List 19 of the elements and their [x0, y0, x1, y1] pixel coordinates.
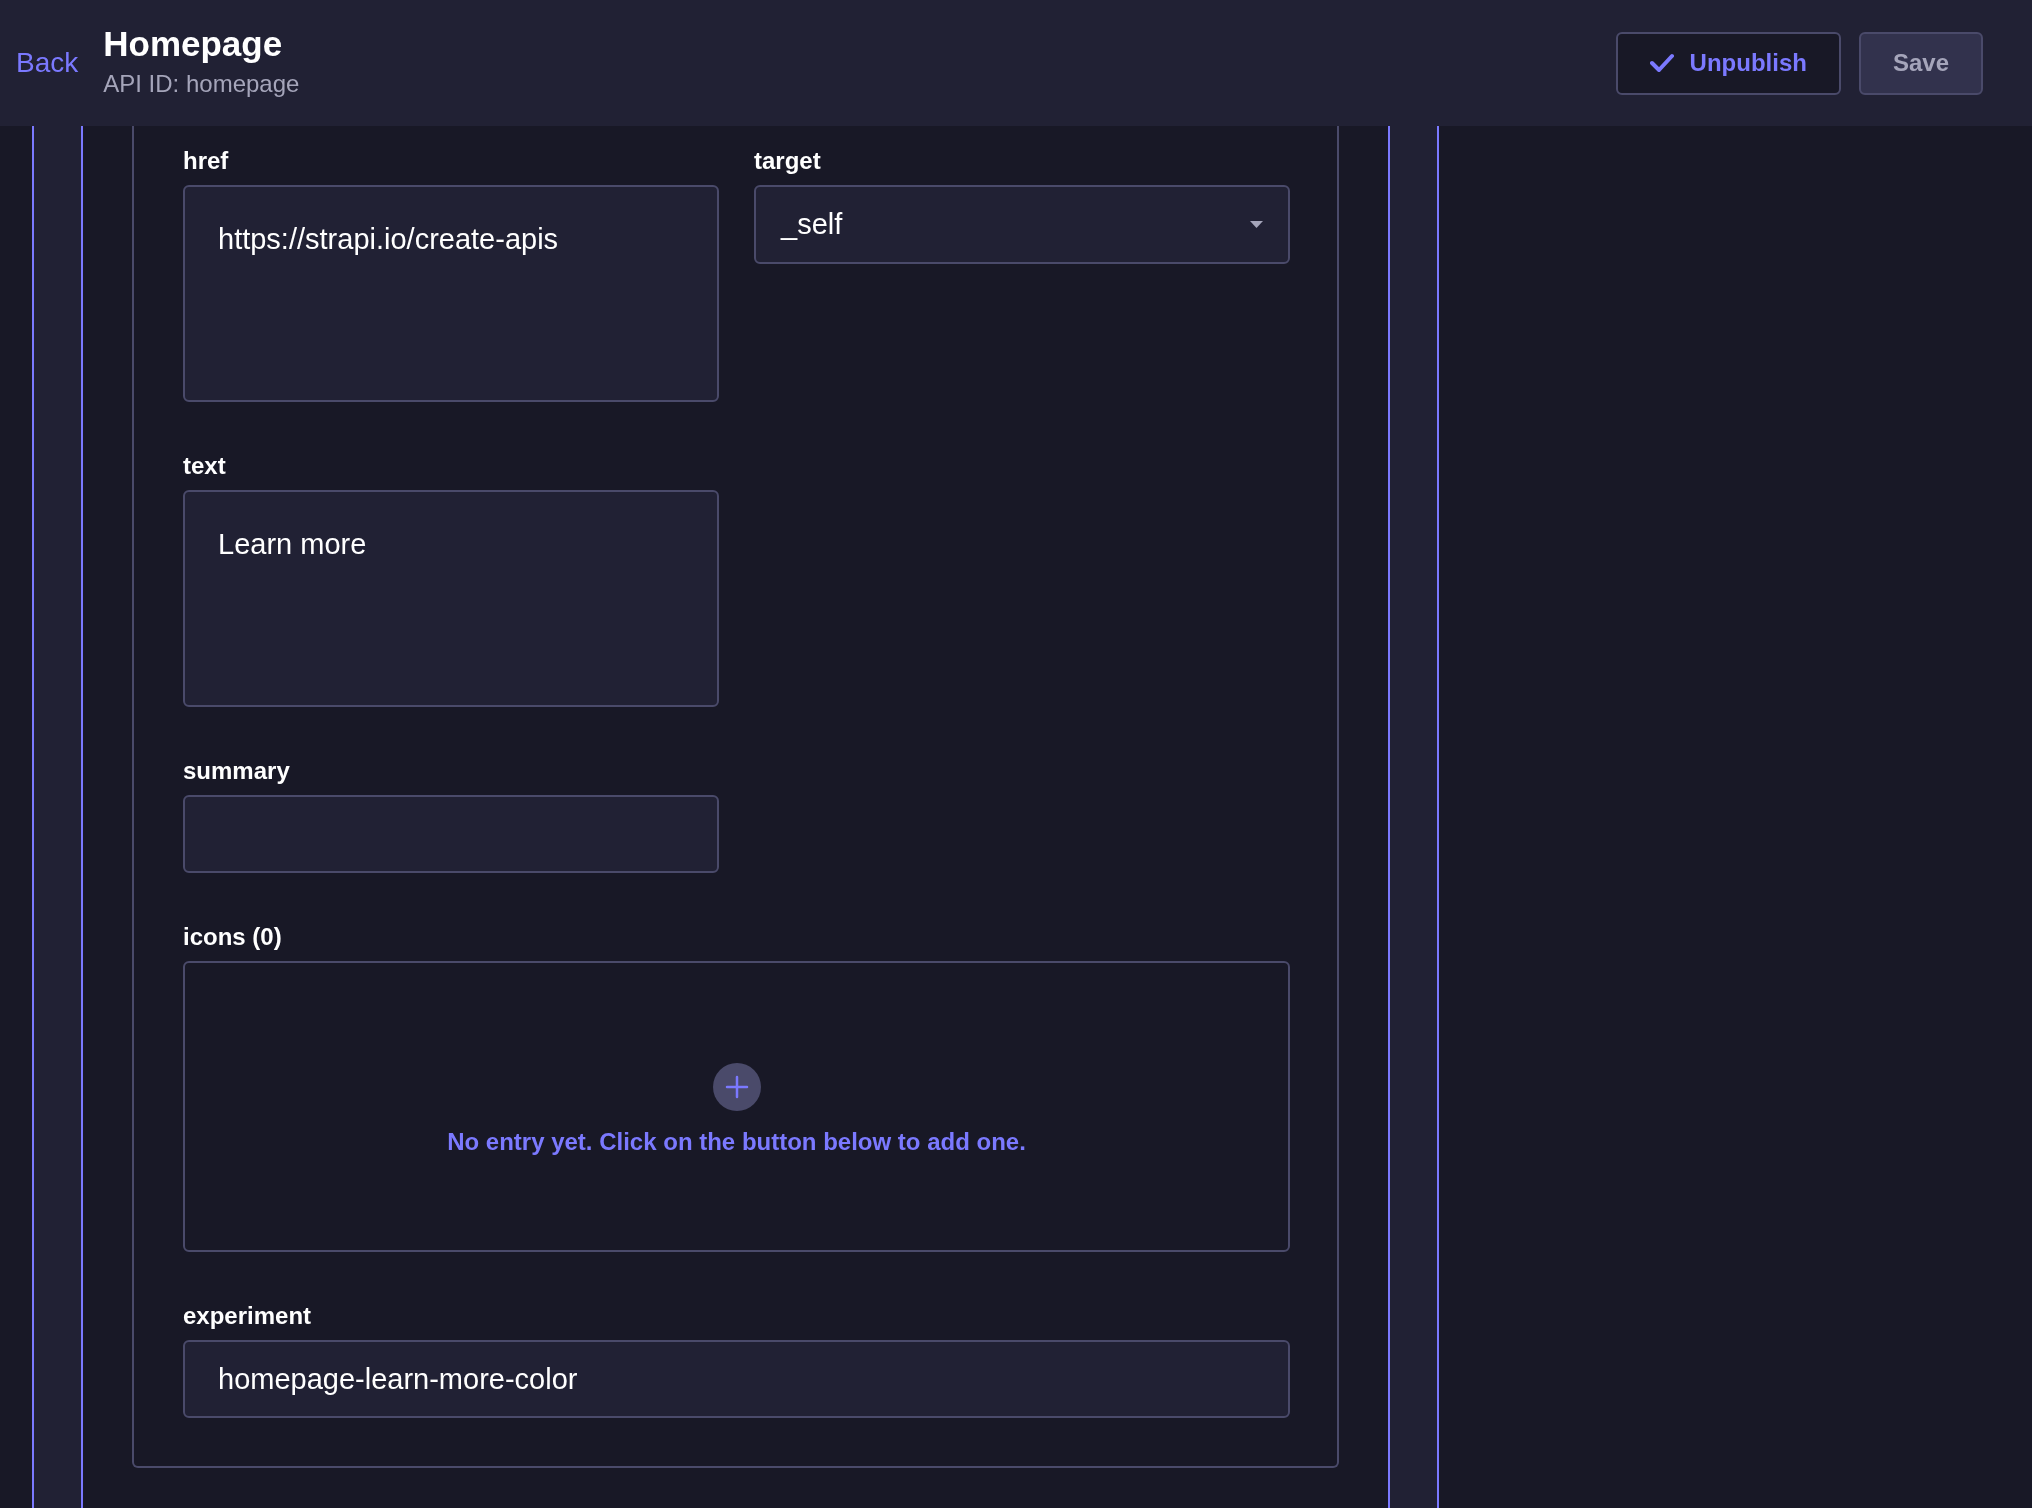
- select-field[interactable]: _self: [754, 185, 1290, 264]
- input-field[interactable]: homepage-learn-more-color: [183, 1340, 1290, 1418]
- textarea-field[interactable]: Learn more: [183, 490, 719, 707]
- textarea-field[interactable]: https://strapi.io/create-apis: [183, 185, 719, 402]
- field-label: experiment: [183, 1304, 313, 1328]
- empty-state-text: No entry yet. Click on the button below to add one.: [447, 1128, 1026, 1156]
- api-id-text: API ID: homepage: [103, 70, 300, 98]
- field-label: icons (0): [183, 925, 283, 949]
- check-icon: [1649, 53, 1674, 73]
- field-label: href: [183, 149, 230, 173]
- field-label: target: [754, 149, 822, 173]
- unpublish-button[interactable]: Unpublish: [1615, 31, 1841, 95]
- back-link[interactable]: Back: [16, 47, 79, 79]
- plus-icon: [712, 1063, 761, 1111]
- caret-icon: [1250, 221, 1263, 228]
- field-label: text: [183, 454, 227, 478]
- page-title: Homepage: [103, 24, 284, 64]
- field-label: summary: [183, 759, 291, 783]
- input-field[interactable]: [183, 795, 719, 873]
